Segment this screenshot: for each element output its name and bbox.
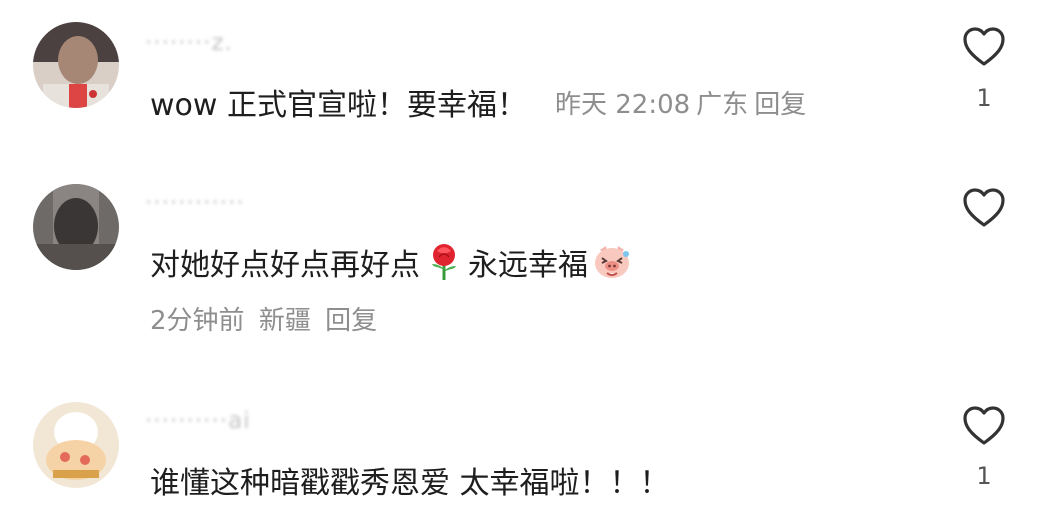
comment-text: 谁懂这种暗戳戳秀恩爱 太幸福啦！！！ [150,458,670,502]
username[interactable]: ············ [145,190,245,216]
like-count: 1 [976,462,992,490]
laughing-pig-emoji [595,246,629,278]
comment-body: 谁懂这种暗戳戳秀恩爱 太幸福啦！！！ [150,466,670,501]
comment-time: 2分钟前 [150,306,245,336]
comment-text: wow 正式官宣啦！要幸福！ 昨天 22:08 广东 回复 [150,80,812,124]
comment-meta: 2分钟前 新疆 回复 [150,300,383,337]
comment-body-part2: 永远幸福 [468,248,588,283]
comment-time: 昨天 22:08 [554,89,691,120]
avatar[interactable] [33,184,119,270]
like-count: 1 [976,84,992,112]
avatar[interactable] [33,402,119,488]
comment-body: wow 正式官宣啦！要幸福！ [150,88,527,123]
username[interactable]: ··········ai [145,408,251,434]
comment-text: 对她好点好点再好点 永远幸福 [150,240,636,284]
like-button[interactable] [962,188,1006,228]
reply-button[interactable]: 回复 [325,306,377,336]
comment-meta: 昨天 22:08 广东 回复 [555,84,812,121]
comment-location: 广东 [696,89,749,120]
comment-location: 新疆 [258,306,311,336]
heart-outline-icon [963,27,1005,66]
heart-outline-icon [963,406,1005,445]
comment-body-part1: 对她好点好点再好点 [150,248,420,283]
like-button[interactable] [962,406,1006,446]
username[interactable]: ········z. [145,30,233,56]
heart-outline-icon [963,188,1005,227]
reply-button[interactable]: 回复 [754,84,806,121]
avatar[interactable] [33,22,119,108]
rose-emoji [432,244,456,280]
like-button[interactable] [962,27,1006,67]
